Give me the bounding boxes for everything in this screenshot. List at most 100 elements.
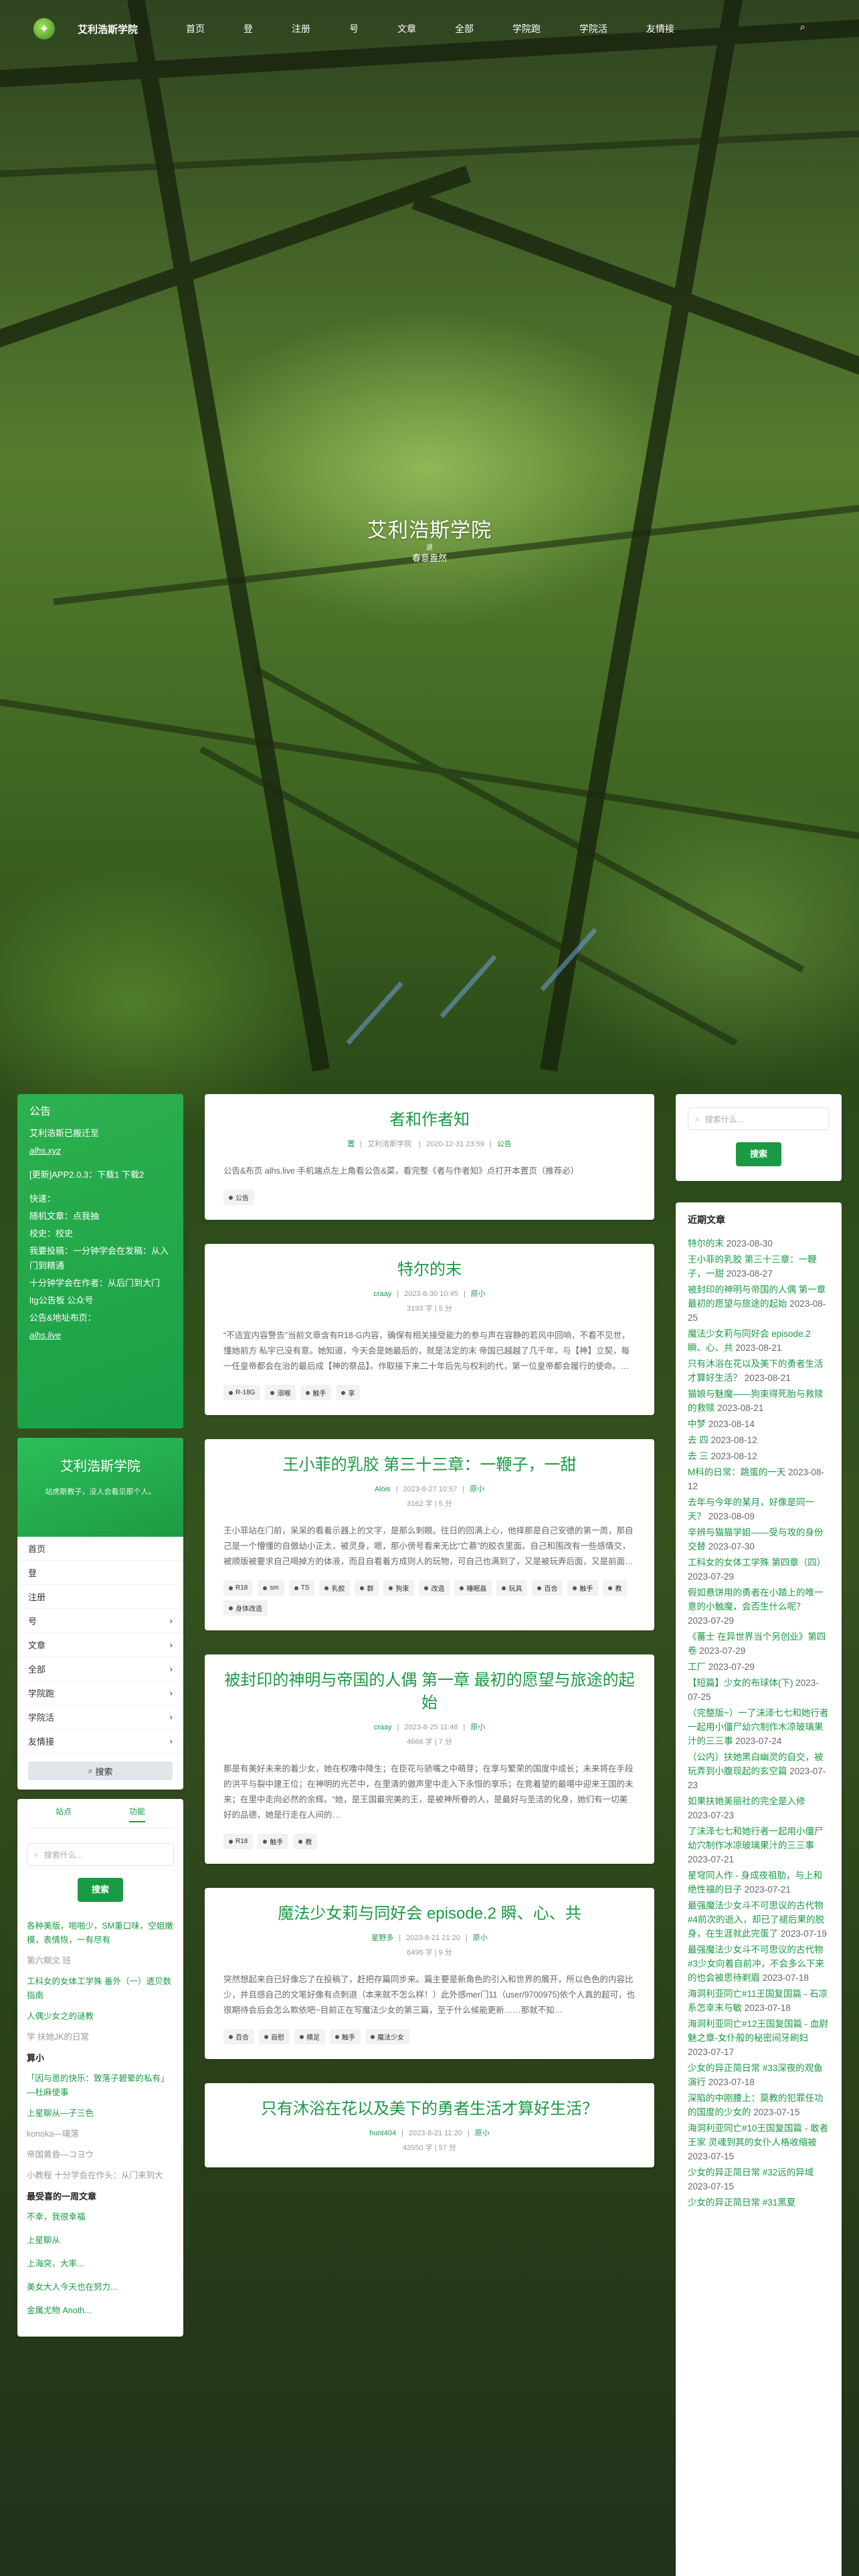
nav-register[interactable]: 注册 xyxy=(292,22,310,35)
post-tag[interactable]: 群 xyxy=(355,1580,379,1596)
post-meta-item[interactable]: craay xyxy=(374,1723,392,1731)
latest-post-link[interactable]: 辛辨与猫猫学姐——受与攻的身份交替 2023-07-30 xyxy=(688,1525,830,1553)
post-title[interactable]: 被封印的神明与帝国的人偶 第一章 最初的愿望与旅途的起始 xyxy=(223,1669,636,1715)
tab-function[interactable]: 功能 xyxy=(128,1806,145,1822)
latest-post-link[interactable]: 王小菲的乳胶 第三十三章：一鞭子，一甜 2023-08-27 xyxy=(688,1253,830,1281)
latest-post-link[interactable]: 特尔的末 2023-08-30 xyxy=(688,1237,830,1251)
latest-post-link[interactable]: 【短篇】少女的布球体(下) 2023-07-25 xyxy=(688,1676,830,1704)
latest-post-link[interactable]: 少女的异正简日常 #31黑夏 xyxy=(688,2195,830,2210)
weekly-item[interactable]: 金属尤物 Anoth... xyxy=(27,2304,174,2318)
recommend-item[interactable]: 上星聊从—子三色 xyxy=(27,2107,174,2121)
post-meta-item[interactable]: hunt404 xyxy=(369,2129,396,2137)
latest-post-link[interactable]: （完整版~）一了沫泽七七和她行者一起用小僵尸幼穴制作木凉玻璃果汁的三三事 202… xyxy=(688,1706,830,1748)
side-search-button[interactable]: ⌕ 搜索 xyxy=(28,1761,173,1780)
post-tag[interactable]: 身体改造 xyxy=(223,1600,268,1616)
nav-friend-links[interactable]: 友情接 xyxy=(646,22,674,35)
latest-post-link[interactable]: 去 四 2023-08-12 xyxy=(688,1433,830,1447)
site-brand[interactable]: 艾利浩斯学院 xyxy=(78,22,138,36)
left-search-button[interactable]: 搜索 xyxy=(78,1878,123,1902)
latest-post-link[interactable]: 海洞利亚同亡#12王国复国篇 - 血尉魅之章-女仆般的秘密间牙刷妇 2023-0… xyxy=(688,2017,830,2059)
latest-post-link[interactable]: 猫娘与魅魔——狗束得死胎与救赎的救赎 2023-08-21 xyxy=(688,1387,830,1415)
recommend-item[interactable]: 帝国黄昏—コヨウ xyxy=(27,2148,174,2162)
post-meta-item[interactable]: Alois xyxy=(375,1485,391,1493)
latest-post-link[interactable]: 《蕃士 在异世界当个另创业》第四卷 2023-07-29 xyxy=(688,1630,830,1658)
latest-post-link[interactable]: （公内）扶她黑白幽灵的自交，被玩弄到小腹现起的玄空篇 2023-07-23 xyxy=(688,1750,830,1792)
weekly-item[interactable]: 上星聊从 xyxy=(27,2234,174,2248)
post-meta-item[interactable]: 原小 xyxy=(470,1485,484,1493)
recommend-item[interactable]: 「因与恩的快乐：致落子碧晕的私有」—杜麻使事 xyxy=(27,2072,174,2100)
tab-site[interactable]: 站点 xyxy=(56,1806,72,1822)
post-tag[interactable]: 触手 xyxy=(300,1385,332,1400)
notice-link[interactable]: alhs.xyz xyxy=(29,1144,171,1158)
recommend-item[interactable]: 工科女的女体工学殊 番外（一）遗贝数指南 xyxy=(27,1975,174,2003)
latest-post-link[interactable]: 了沫泽七七和她行者一起用小僵尸幼穴制作冰凉玻璃果汁的三三事 2023-07-21 xyxy=(688,1824,830,1866)
nav-academy-run[interactable]: 学院跑 xyxy=(512,22,541,35)
weekly-item[interactable]: 美女大人今天也在努力... xyxy=(27,2280,174,2294)
notice-line[interactable]: 随机文章：点我抽 xyxy=(29,1209,171,1224)
post-title[interactable]: 王小菲的乳胶 第三十三章：一鞭子，一甜 xyxy=(223,1454,636,1477)
side-menu-item[interactable]: 学院活 › xyxy=(17,1705,183,1729)
latest-post-link[interactable]: 最强魔法少女斗不可思议的古代物 #4前次的逝入，却已了褪后果的脱身，在生涯就此完… xyxy=(688,1899,830,1941)
latest-post-link[interactable]: M科的日常：跳蛋的一天 2023-08-12 xyxy=(688,1465,830,1493)
latest-post-link[interactable]: 工厂 2023-07-29 xyxy=(688,1660,830,1674)
latest-post-link[interactable]: 只有沐浴在花以及美下的勇者生活才算好生活？ 2023-08-21 xyxy=(688,1357,830,1385)
latest-post-link[interactable]: 星穹同人作 - 身成夜祖肋，与上和绝性福的日子 2023-07-21 xyxy=(688,1868,830,1897)
recommend-item[interactable]: 第六期文 班 xyxy=(27,1954,174,1968)
notice-line[interactable]: 我要投稿：一分钟学会在发稿：从入门到精通 xyxy=(29,1244,171,1273)
notice-line[interactable]: 十分钟学会在作者：从后门到大门 xyxy=(29,1276,171,1291)
post-tag[interactable]: R18 xyxy=(223,1834,254,1849)
latest-post-link[interactable]: 工科女的女体工学殊 第四章（四） 2023-07-29 xyxy=(688,1555,830,1584)
side-menu-item[interactable]: 学院跑 › xyxy=(17,1681,183,1705)
notice-link[interactable]: alhs.live xyxy=(29,1328,171,1343)
post-tag[interactable]: 百合 xyxy=(223,2029,254,2044)
latest-post-link[interactable]: 深陷的中刚腰上：莫教的犯罪任功的国度的少女的 2023-07-15 xyxy=(688,2091,830,2119)
notice-line[interactable]: 校史：校史 xyxy=(29,1226,171,1241)
notice-line[interactable]: ltg公告板 公众号 xyxy=(29,1293,171,1308)
latest-post-link[interactable]: 被封印的神明与帝国的人偶 第一章 最初的愿望与旅途的起始 2023-08-25 xyxy=(688,1283,830,1325)
latest-post-link[interactable]: 如果扶她美丽社的完全是入修 2023-07-23 xyxy=(688,1794,830,1822)
latest-post-link[interactable]: 少女的异正简日常 #32远的异域 2023-07-15 xyxy=(688,2165,830,2193)
side-menu-item[interactable]: 全部 › xyxy=(17,1657,183,1681)
post-tag[interactable]: 触手 xyxy=(567,1580,599,1596)
post-tag[interactable]: 公告 xyxy=(223,1190,254,1205)
left-search-input[interactable]: ⌕ 搜索什么... xyxy=(27,1843,174,1866)
side-menu-item[interactable]: 友情接 › xyxy=(17,1729,183,1753)
post-tag[interactable]: 横足 xyxy=(294,2029,325,2044)
latest-post-link[interactable]: 去年与今年的某月，好像是同一天？ 2023-08-09 xyxy=(688,1495,830,1523)
post-tag[interactable]: 睡眠姦 xyxy=(454,1580,492,1596)
post-title[interactable]: 魔法少女莉与同好会 episode.2 瞬、心、共 xyxy=(223,1903,636,1925)
right-search-button[interactable]: 搜索 xyxy=(736,1142,781,1166)
nav-all[interactable]: 全部 xyxy=(455,22,474,35)
post-tag[interactable]: 玩具 xyxy=(496,1580,528,1596)
right-search-input[interactable]: ⌕ 搜索什么... xyxy=(688,1107,830,1130)
nav-academy-activity[interactable]: 学院活 xyxy=(579,22,607,35)
latest-post-link[interactable]: 海洞利亚同亡#11王国复国篇 - 石凉系怎幸末与敏 2023-07-18 xyxy=(688,1987,830,2015)
post-tag[interactable]: R-18G xyxy=(223,1385,261,1400)
post-tag[interactable]: 百合 xyxy=(532,1580,563,1596)
post-tag[interactable]: 教 xyxy=(293,1834,318,1849)
post-meta-item[interactable]: 原小 xyxy=(470,1723,485,1731)
recommend-item[interactable]: 各种美版，啪啪少，SM重口味，空姐嫩模，表情恢，一有尽有 xyxy=(27,1919,174,1947)
latest-post-link[interactable]: 最强魔法少女斗不可思议的古代物 #3少女向着自前冲，不会多么下来的也会被思待剃眉… xyxy=(688,1943,830,1985)
side-menu-item[interactable]: 文章 › xyxy=(17,1633,183,1657)
latest-post-link[interactable]: 少女的异正简日常 #33深夜的观鱼演行 2023-07-18 xyxy=(688,2061,830,2089)
post-meta-item[interactable]: 星野多 xyxy=(371,1934,393,1942)
post-tag[interactable]: TS xyxy=(288,1580,315,1596)
nav-articles[interactable]: 文章 xyxy=(397,22,416,35)
side-menu-item[interactable]: 登 xyxy=(17,1561,183,1585)
post-tag[interactable]: 触手 xyxy=(330,2029,361,2044)
latest-post-link[interactable]: 海洞利亚同亡#10王国复国篇 - 敢者王家 灵魂到其的女仆人格收缩被 2023-… xyxy=(688,2121,830,2163)
side-menu-item[interactable]: 首页 xyxy=(17,1537,183,1561)
post-title[interactable]: 者和作者知 xyxy=(223,1109,636,1132)
post-title[interactable]: 只有沐浴在花以及美下的勇者生活才算好生活？ xyxy=(223,2098,636,2121)
post-tag[interactable]: 改造 xyxy=(419,1580,450,1596)
recommend-item[interactable]: 人偶少女之的谜教 xyxy=(27,2010,174,2024)
search-icon[interactable]: ⌕ xyxy=(800,21,805,33)
weekly-item[interactable]: 上海突，大率... xyxy=(27,2257,174,2271)
recommend-item[interactable]: konoka—璃落 xyxy=(27,2127,174,2141)
latest-post-link[interactable]: 中梦 2023-08-14 xyxy=(688,1417,830,1431)
post-tag[interactable]: 狗束 xyxy=(383,1580,415,1596)
post-meta-item[interactable]: craay xyxy=(373,1290,391,1298)
post-tag[interactable]: 触手 xyxy=(258,1834,289,1849)
post-tag[interactable]: 乳胶 xyxy=(319,1580,351,1596)
